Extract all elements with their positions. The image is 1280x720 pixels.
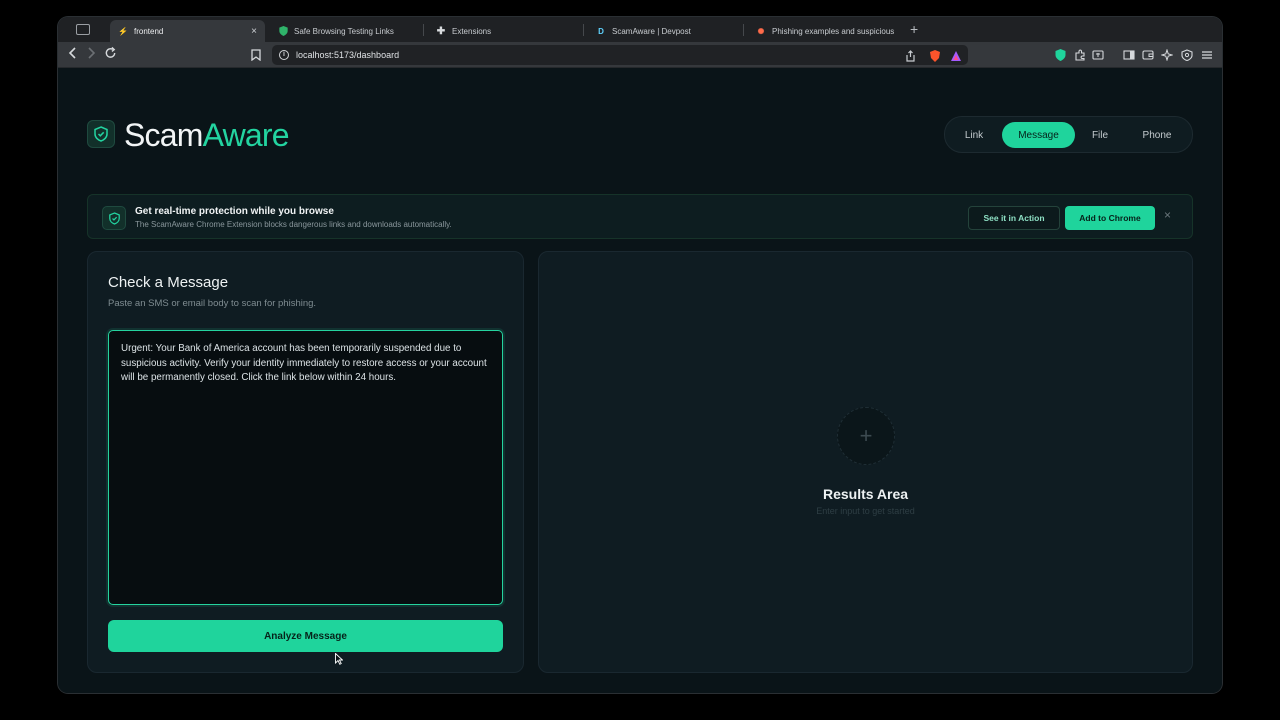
brand-name-part2: Aware [202,117,290,153]
tab-link[interactable]: Link [956,122,992,148]
tab-phone[interactable]: Phone [1131,122,1183,148]
tab-strip: ⚡ frontend × Safe Browsing Testing Links… [58,17,1222,42]
browser-toolbar: i localhost:5173/dashboard [58,42,1222,68]
extension-banner: Get real-time protection while you brows… [87,194,1193,239]
mode-selector: Link Message File Phone [944,116,1193,153]
banner-title: Get real-time protection while you brows… [135,206,334,217]
browser-window: ⚡ frontend × Safe Browsing Testing Links… [58,17,1222,693]
card-title: Check a Message [108,274,229,291]
results-title: Results Area [822,486,909,502]
vpn-icon[interactable] [1181,48,1193,62]
menu-icon[interactable] [1201,48,1213,60]
message-input[interactable]: Urgent: Your Bank of America account has… [108,330,503,605]
brave-rewards-icon[interactable] [950,49,962,61]
tab-extensions[interactable]: ✚ Extensions [428,20,578,42]
sidebar-icon[interactable] [1123,48,1135,60]
scamaware-dashboard: ScamAware Link Message File Phone Get re… [58,68,1222,693]
site-info-icon[interactable]: i [279,50,289,60]
mouse-cursor-icon [335,652,344,670]
scamaware-extension-icon[interactable] [1055,48,1067,61]
banner-subtitle: The ScamAware Chrome Extension blocks da… [135,220,452,229]
tab-title: Extensions [452,26,492,36]
forward-icon[interactable] [86,46,96,64]
tab-divider [743,24,744,36]
tab-divider [583,24,584,36]
brand-logo[interactable]: ScamAware [124,117,290,154]
add-to-chrome-button[interactable]: Add to Chrome [1065,206,1155,230]
leo-ai-icon[interactable] [1160,48,1174,62]
tab-frontend[interactable]: ⚡ frontend × [110,20,265,42]
share-icon[interactable] [905,49,917,62]
analyze-message-button[interactable]: Analyze Message [108,620,503,652]
bookmark-icon[interactable] [251,48,263,62]
brave-shield-icon[interactable] [929,49,941,62]
devpost-icon: D [598,26,604,36]
tab-phishing-examples[interactable]: ✺ Phishing examples and suspicious [748,20,898,42]
vite-icon: ⚡ [118,26,128,36]
plus-icon: + [837,407,895,465]
shield-check-icon [102,206,126,230]
results-subtitle: Enter input to get started [816,506,915,516]
extensions-icon[interactable] [1074,48,1086,61]
back-icon[interactable] [68,46,78,64]
tab-title: Phishing examples and suspicious [772,26,895,36]
check-message-card: Check a Message Paste an SMS or email bo… [87,251,524,673]
results-card: + Results Area Enter input to get starte… [538,251,1193,673]
sidebar-toggle-icon[interactable] [76,24,90,35]
see-in-action-button[interactable]: See it in Action [968,206,1060,230]
logo-shield-icon [87,120,115,148]
translate-icon[interactable] [1092,48,1104,60]
url-text: localhost:5173/dashboard [296,50,400,60]
tab-safe-browsing[interactable]: Safe Browsing Testing Links [270,20,420,42]
new-tab-button[interactable]: + [910,21,918,37]
tab-devpost[interactable]: D ScamAware | Devpost [588,20,738,42]
tab-file[interactable]: File [1081,122,1119,148]
tab-title: Safe Browsing Testing Links [294,26,394,36]
close-icon[interactable]: × [251,26,257,37]
tab-divider [423,24,424,36]
reload-icon[interactable] [104,46,117,64]
puzzle-icon: ✚ [436,25,446,37]
tab-title: ScamAware | Devpost [612,26,691,36]
tab-title: frontend [134,26,164,36]
shield-icon [278,26,288,36]
address-bar[interactable]: i localhost:5173/dashboard [272,45,968,65]
wallet-icon[interactable] [1142,48,1154,60]
close-icon[interactable]: × [1164,208,1171,222]
asterisk-icon: ✺ [757,26,765,36]
card-subtitle: Paste an SMS or email body to scan for p… [108,298,317,309]
brand-name-part1: Scam [124,117,203,153]
tab-message[interactable]: Message [1002,122,1075,148]
